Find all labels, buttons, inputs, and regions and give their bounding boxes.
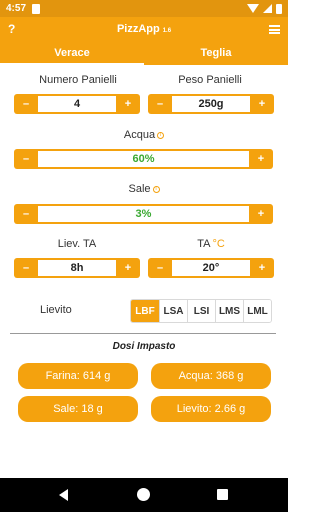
peso-panielli-minus-button[interactable]: – — [148, 94, 172, 114]
ta-label: TA — [197, 238, 211, 250]
acqua-stepper: – 60% + — [14, 149, 273, 169]
numero-panielli-value[interactable]: 4 — [38, 94, 116, 114]
app-bar: ? PizzApp 1.6 — [0, 17, 288, 43]
ta-value[interactable]: 20° — [172, 258, 250, 278]
acqua-info-icon[interactable]: i — [157, 131, 165, 139]
lievito-option-lms[interactable]: LMS — [215, 300, 243, 322]
peso-panielli-value[interactable]: 250g — [172, 94, 250, 114]
lievito-option-lml[interactable]: LML — [243, 300, 271, 322]
back-icon[interactable] — [59, 489, 68, 501]
numero-panielli-minus-button[interactable]: – — [14, 94, 38, 114]
menu-icon[interactable] — [269, 25, 280, 34]
app-title-text: PizzApp — [116, 23, 160, 35]
sale-label: Sale — [128, 183, 151, 195]
ta-unit: °C — [212, 238, 225, 250]
sale-minus-button[interactable]: – — [14, 204, 38, 224]
lievito-selector: LBF LSA LSI LMS LML — [130, 299, 272, 323]
home-icon[interactable] — [137, 488, 150, 501]
lievito-label: Lievito — [40, 304, 72, 316]
wifi-icon — [247, 4, 259, 13]
numero-panielli-stepper: – 4 + — [14, 94, 140, 114]
battery-icon — [276, 3, 282, 14]
sale-value[interactable]: 3% — [38, 204, 249, 224]
acqua-minus-button[interactable]: – — [14, 149, 38, 169]
liev-ta-plus-button[interactable]: + — [116, 258, 140, 278]
acqua-plus-button[interactable]: + — [249, 149, 273, 169]
status-bar: 4:57 — [0, 0, 288, 17]
ta-plus-button[interactable]: + — [250, 258, 274, 278]
liev-ta-label: Liev. TA — [57, 238, 97, 250]
tab-teglia[interactable]: Teglia — [144, 43, 288, 65]
status-icons — [247, 3, 282, 14]
app-version: 1.6 — [162, 28, 172, 34]
liev-ta-stepper: – 8h + — [14, 258, 140, 278]
liev-ta-minus-button[interactable]: – — [14, 258, 38, 278]
ta-minus-button[interactable]: – — [148, 258, 172, 278]
peso-panielli-plus-button[interactable]: + — [250, 94, 274, 114]
acqua-label-row: Acqua i — [0, 129, 288, 141]
navigation-bar — [0, 478, 288, 512]
sale-stepper: – 3% + — [14, 204, 273, 224]
signal-icon — [263, 4, 272, 13]
numero-panielli-label: Numero Panielli — [39, 74, 117, 86]
ta-stepper: – 20° + — [148, 258, 274, 278]
sale-result-button[interactable]: Sale: 18 g — [18, 396, 138, 422]
sale-label-row: Sale i — [0, 183, 288, 195]
acqua-result-button[interactable]: Acqua: 368 g — [151, 363, 271, 389]
sale-info-icon[interactable]: i — [152, 185, 160, 193]
acqua-value[interactable]: 60% — [38, 149, 249, 169]
sd-card-icon — [32, 3, 41, 14]
lievito-option-lbf[interactable]: LBF — [131, 300, 159, 322]
farina-result-button[interactable]: Farina: 614 g — [18, 363, 138, 389]
tab-verace[interactable]: Verace — [0, 43, 144, 65]
sale-plus-button[interactable]: + — [249, 204, 273, 224]
peso-panielli-label: Peso Panielli — [178, 74, 242, 86]
liev-ta-value[interactable]: 8h — [38, 258, 116, 278]
numero-panielli-plus-button[interactable]: + — [116, 94, 140, 114]
peso-panielli-stepper: – 250g + — [148, 94, 274, 114]
lievito-option-lsi[interactable]: LSI — [187, 300, 215, 322]
lievito-option-lsa[interactable]: LSA — [159, 300, 187, 322]
status-time: 4:57 — [6, 3, 27, 14]
acqua-label: Acqua — [123, 129, 156, 141]
ta-label-row: TA °C — [148, 238, 274, 250]
divider — [10, 333, 276, 334]
recents-icon[interactable] — [217, 489, 228, 500]
tab-bar: Verace Teglia — [0, 43, 288, 65]
app-title: PizzApp 1.6 — [0, 23, 288, 35]
lievito-result-button[interactable]: Lievito: 2.66 g — [151, 396, 271, 422]
dosi-impasto-title: Dosi Impasto — [112, 341, 176, 352]
